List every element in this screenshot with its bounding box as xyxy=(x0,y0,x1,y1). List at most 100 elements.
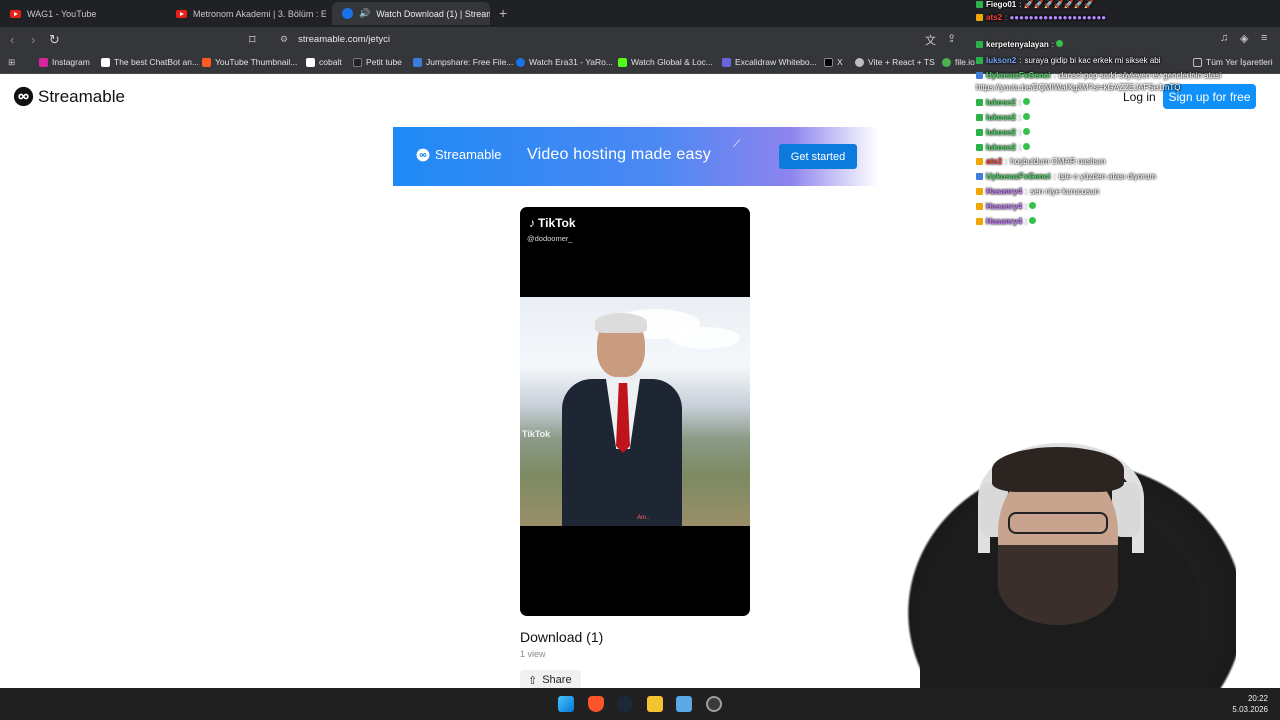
bookmark-vite[interactable]: Vite + React + TS xyxy=(855,57,935,67)
sparkle-icon: ⟋ xyxy=(733,139,740,150)
streamable-logo[interactable]: Streamable xyxy=(13,86,125,107)
youtube-icon xyxy=(10,9,21,18)
windows-start-icon[interactable] xyxy=(558,696,574,712)
chat-badge-icon xyxy=(976,99,983,106)
chat-message: lukose2: xyxy=(976,98,1031,107)
tab-streamable[interactable]: 🔊 Watch Download (1) | Stream... ✕ xyxy=(332,2,490,25)
video-frame: TikTok Anı.. xyxy=(520,297,750,526)
chat-badge-icon xyxy=(976,72,983,79)
bookmark-era31[interactable]: Watch Era31 - YaRo... xyxy=(516,57,613,67)
petit-tube-icon xyxy=(353,57,362,67)
streamable-icon xyxy=(342,8,353,19)
chat-badge-icon xyxy=(976,188,983,195)
globe-icon xyxy=(855,57,864,67)
chat-message: UykusuzFxGenci: işte o yüzden atası diyo… xyxy=(976,172,1156,181)
site-info-icon[interactable]: ⚙ xyxy=(280,34,288,45)
bookmark-kick[interactable]: Watch Global & Loc... xyxy=(618,57,713,67)
address-url: streamable.com/jetyci xyxy=(298,34,390,45)
bookmark-instagram[interactable]: Instagram xyxy=(39,57,90,67)
chat-badge-icon xyxy=(976,57,983,64)
speaker-icon: 🔊 xyxy=(359,8,371,18)
video-signature: Anı.. xyxy=(637,515,650,521)
share-button[interactable]: ⇧ Share xyxy=(520,670,581,690)
kick-icon xyxy=(618,57,627,67)
forward-icon[interactable]: › xyxy=(31,32,35,47)
streamable-logo-icon xyxy=(13,86,34,107)
back-icon[interactable]: ‹ xyxy=(10,32,14,47)
youtube-icon xyxy=(176,9,187,18)
chat-badge-icon xyxy=(976,158,983,165)
chat-badge-icon xyxy=(976,114,983,121)
chat-badge-icon xyxy=(976,14,983,21)
chat-message: ats2: ●●●●●●●●●●●●●●●●●●●● xyxy=(976,13,1106,22)
brave-browser-icon[interactable] xyxy=(588,696,604,712)
windows-taskbar: 20:22 5.03.2026 xyxy=(0,688,1280,720)
view-count: 1 view xyxy=(520,649,546,659)
apps-icon[interactable]: ⊞ xyxy=(8,57,15,68)
system-clock[interactable]: 20:22 5.03.2026 xyxy=(1228,693,1268,715)
excalidraw-icon xyxy=(722,57,731,67)
bookmark-cobalt[interactable]: cobalt xyxy=(306,57,342,67)
bookmark-jumpshare[interactable]: Jumpshare: Free File... xyxy=(413,57,513,67)
fileio-icon xyxy=(942,57,951,67)
chat-message: Hasanry4: xyxy=(976,202,1037,211)
chatbot-icon xyxy=(101,57,110,67)
stream-chat-overlay: Fiego01: 🚀🚀🚀🚀🚀🚀🚀 ats2: ●●●●●●●●●●●●●●●●●… xyxy=(976,0,1276,235)
globe-icon xyxy=(516,57,525,67)
chat-badge-icon xyxy=(976,129,983,136)
bookmark-x[interactable]: X xyxy=(824,57,843,67)
chat-message: Hasanry4: xyxy=(976,217,1037,226)
clock-time: 20:22 xyxy=(1247,694,1268,703)
banner-logo: Streamable xyxy=(416,147,501,162)
translate-icon[interactable]: 文 xyxy=(925,32,936,48)
tab-title: Metronom Akademi | 3. Bölüm : Emir... xyxy=(193,8,326,19)
jumpshare-icon xyxy=(413,57,422,67)
chat-badge-icon xyxy=(976,203,983,210)
chat-badge-icon xyxy=(976,144,983,151)
tab-wag1[interactable]: WAG1 - YouTube xyxy=(0,2,160,25)
tab-metronom[interactable]: Metronom Akademi | 3. Bölüm : Emir... xyxy=(166,2,326,25)
steam-icon[interactable] xyxy=(617,696,633,712)
tiktok-icon: ♪ xyxy=(529,216,535,230)
chat-message: UykusuzFxGenci: dansci pop sarki söyleye… xyxy=(976,71,1221,80)
chat-message: Fiego01: 🚀🚀🚀🚀🚀🚀🚀 xyxy=(976,0,1093,9)
chat-badge-icon xyxy=(976,218,983,225)
bookmark-excalidraw[interactable]: Excalidraw Whitebo... xyxy=(722,57,817,67)
bookmark-youtube-thumbnail[interactable]: YouTube Thumbnail... xyxy=(202,57,297,67)
video-player[interactable]: ♪ TikTok @dodoomer_ TikTok Anı.. xyxy=(520,207,750,616)
instagram-icon xyxy=(39,57,48,67)
tiktok-handle: @dodoomer_ xyxy=(527,234,573,243)
chat-badge-icon xyxy=(976,173,983,180)
new-tab-button[interactable]: + xyxy=(499,5,507,21)
glasses-icon xyxy=(1008,512,1108,534)
banner-headline: Video hosting made easy xyxy=(527,146,711,163)
address-bar[interactable]: ⚙ streamable.com/jetyci xyxy=(270,30,960,49)
promo-banner[interactable]: Streamable Video hosting made easy ⟋ Get… xyxy=(393,127,878,186)
x-icon xyxy=(824,57,833,67)
bookmark-chatbot[interactable]: The best ChatBot an... xyxy=(101,57,199,67)
chat-message: lukose2: xyxy=(976,143,1031,152)
share-icon[interactable]: ⇪ xyxy=(947,32,956,45)
chat-message: lukose2: xyxy=(976,113,1031,122)
bookmark-petit-tube[interactable]: Petit tube xyxy=(353,57,402,67)
reload-icon[interactable]: ↻ xyxy=(49,32,60,48)
bookmark-icon[interactable]: ⌑ xyxy=(249,32,256,48)
cobalt-icon xyxy=(306,57,315,67)
share-icon: ⇧ xyxy=(528,674,538,687)
webcam-overlay xyxy=(880,437,1236,688)
chat-badge-icon xyxy=(976,41,983,48)
tab-title: Watch Download (1) | Stream... xyxy=(376,8,490,19)
chat-message: Hasanry4: sen niye kurucusun xyxy=(976,187,1099,196)
photos-icon[interactable] xyxy=(676,696,692,712)
bookmark-fileio[interactable]: file.io xyxy=(942,57,975,67)
file-explorer-icon[interactable] xyxy=(647,696,663,712)
get-started-button[interactable]: Get started xyxy=(779,144,857,169)
tab-title: WAG1 - YouTube xyxy=(27,8,97,19)
streamable-logo-icon xyxy=(416,148,430,161)
chat-message: ats2: hoşbuldum OMAR naslısın xyxy=(976,157,1105,166)
chat-message: https://youtu.be/DQMIWaIXg3M?si=kGAZZEJA… xyxy=(976,83,1181,92)
tiktok-label: ♪ TikTok xyxy=(529,216,576,230)
tiktok-watermark: TikTok xyxy=(522,429,551,439)
chrome-icon[interactable] xyxy=(706,696,722,712)
clock-date: 5.03.2026 xyxy=(1232,705,1268,714)
